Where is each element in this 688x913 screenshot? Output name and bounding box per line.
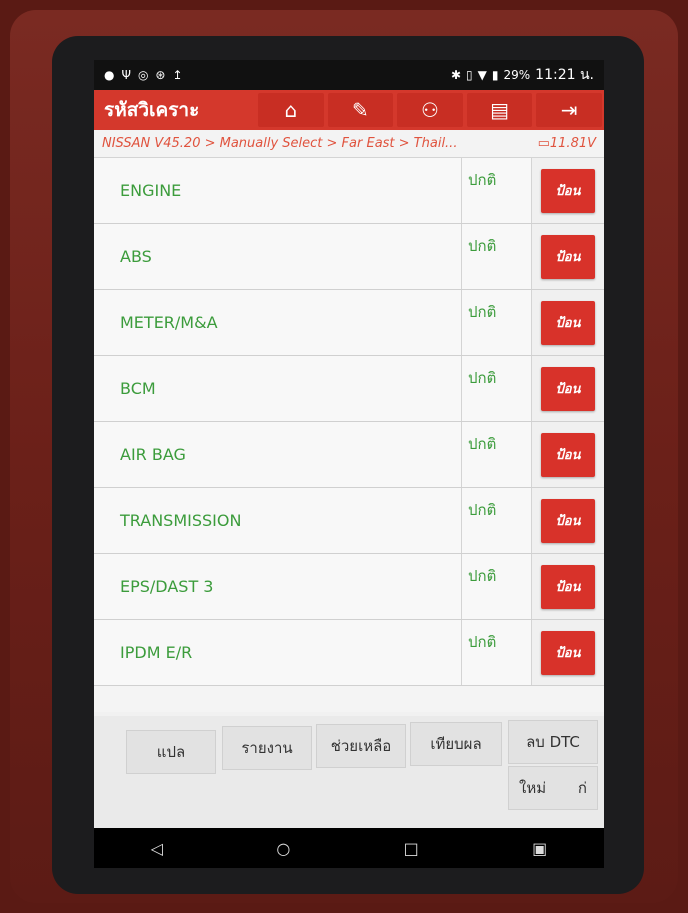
upload-icon: ↥	[172, 68, 183, 82]
home-icon: ⌂	[284, 98, 298, 122]
battery-icon: ▭	[537, 136, 550, 151]
battery-level: 29%	[503, 68, 531, 82]
system-name: AIR BAG	[94, 422, 462, 487]
screenshot-icon[interactable]: ▣	[532, 839, 547, 858]
settings-icon: ⊛	[155, 68, 166, 82]
clear-dtc-button[interactable]: ลบ DTC	[508, 720, 598, 764]
system-status: ปกติ	[462, 488, 532, 553]
edit-icon: ✎	[352, 98, 369, 122]
screen: ● Ψ ◎ ⊛ ↥ ✱ ▯ ▼ ▮ 29% 11:21 น. รหัสวิเคร…	[94, 60, 604, 868]
new-session-button[interactable]: ใหม่ ก่	[508, 766, 598, 810]
system-name: ENGINE	[94, 158, 462, 223]
enter-button[interactable]: ป้อน	[541, 366, 595, 411]
list-item: ENGINE ปกติ ป้อน	[94, 158, 604, 224]
system-name: EPS/DAST 3	[94, 554, 462, 619]
list-item: BCM ปกติ ป้อน	[94, 356, 604, 422]
back-icon[interactable]: ◁	[151, 839, 163, 858]
enter-button[interactable]: ป้อน	[541, 630, 595, 675]
signal-icon: ▮	[491, 68, 499, 82]
edit-button[interactable]: ✎	[327, 93, 394, 127]
translate-button[interactable]: แปล	[126, 730, 216, 774]
system-name: ABS	[94, 224, 462, 289]
compare-button[interactable]: เทียบผล	[410, 722, 502, 766]
usb-icon: Ψ	[121, 68, 131, 82]
exit-icon: ⇥	[560, 98, 578, 122]
home-button[interactable]: ⌂	[258, 93, 324, 127]
list-item: AIR BAG ปกติ ป้อน	[94, 422, 604, 488]
list-item: METER/M&A ปกติ ป้อน	[94, 290, 604, 356]
wifi-icon: ▼	[477, 68, 487, 82]
help-button[interactable]: ช่วยเหลือ	[316, 724, 406, 768]
status-bar: ● Ψ ◎ ⊛ ↥ ✱ ▯ ▼ ▮ 29% 11:21 น.	[94, 60, 604, 90]
system-status: ปกติ	[462, 158, 532, 223]
list-item: IPDM E/R ปกติ ป้อน	[94, 620, 604, 686]
report-button[interactable]: รายงาน	[222, 726, 312, 770]
system-name: TRANSMISSION	[94, 488, 462, 553]
user-button[interactable]: ⚇	[397, 93, 463, 127]
system-status: ปกติ	[462, 554, 532, 619]
list-item: ABS ปกติ ป้อน	[94, 224, 604, 290]
enter-button[interactable]: ป้อน	[541, 432, 595, 477]
new-label: ใหม่	[519, 779, 547, 797]
list-item: EPS/DAST 3 ปกติ ป้อน	[94, 554, 604, 620]
system-name: BCM	[94, 356, 462, 421]
title-bar: รหัสวิเคราะ ⌂ ✎ ⚇ ▤ ⇥	[94, 90, 604, 130]
breadcrumb-path: NISSAN V45.20 > Manually Select > Far Ea…	[102, 136, 458, 151]
clock: 11:21 น.	[535, 67, 594, 83]
exit-button[interactable]: ⇥	[536, 93, 602, 127]
nav-bar: ◁ ○ □ ▣	[94, 828, 604, 868]
action-bar: แปล รายงาน ช่วยเหลือ เทียบผล ลบ DTC ใหม่…	[94, 716, 604, 828]
vpn-icon: ◎	[137, 68, 149, 82]
user-icon: ⚇	[421, 98, 439, 122]
enter-button[interactable]: ป้อน	[541, 498, 595, 543]
breadcrumb: NISSAN V45.20 > Manually Select > Far Ea…	[94, 130, 604, 158]
enter-button[interactable]: ป้อน	[541, 564, 595, 609]
system-name: METER/M&A	[94, 290, 462, 355]
battery-voltage: ▭11.81V	[537, 136, 596, 151]
page-title: รหัสวิเคราะ	[104, 99, 200, 121]
system-list: ENGINE ปกติ ป้อน ABS ปกติ ป้อน METER/M&A…	[94, 158, 604, 712]
system-status: ปกติ	[462, 356, 532, 421]
home-nav-icon[interactable]: ○	[276, 839, 290, 858]
list-spacer	[94, 686, 604, 712]
system-status: ปกติ	[462, 620, 532, 685]
enter-button[interactable]: ป้อน	[541, 300, 595, 345]
next-label: ก่	[577, 779, 587, 797]
enter-button[interactable]: ป้อน	[541, 234, 595, 279]
system-status: ปกติ	[462, 290, 532, 355]
recent-apps-icon[interactable]: □	[404, 839, 419, 858]
enter-button[interactable]: ป้อน	[541, 168, 595, 213]
print-icon: ▤	[490, 98, 510, 122]
list-item: TRANSMISSION ปกติ ป้อน	[94, 488, 604, 554]
system-status: ปกติ	[462, 224, 532, 289]
vibrate-icon: ▯	[466, 68, 473, 82]
system-status: ปกติ	[462, 422, 532, 487]
system-name: IPDM E/R	[94, 620, 462, 685]
bluetooth-icon: ✱	[450, 68, 462, 82]
print-button[interactable]: ▤	[466, 93, 533, 127]
notification-icon: ●	[104, 68, 115, 82]
